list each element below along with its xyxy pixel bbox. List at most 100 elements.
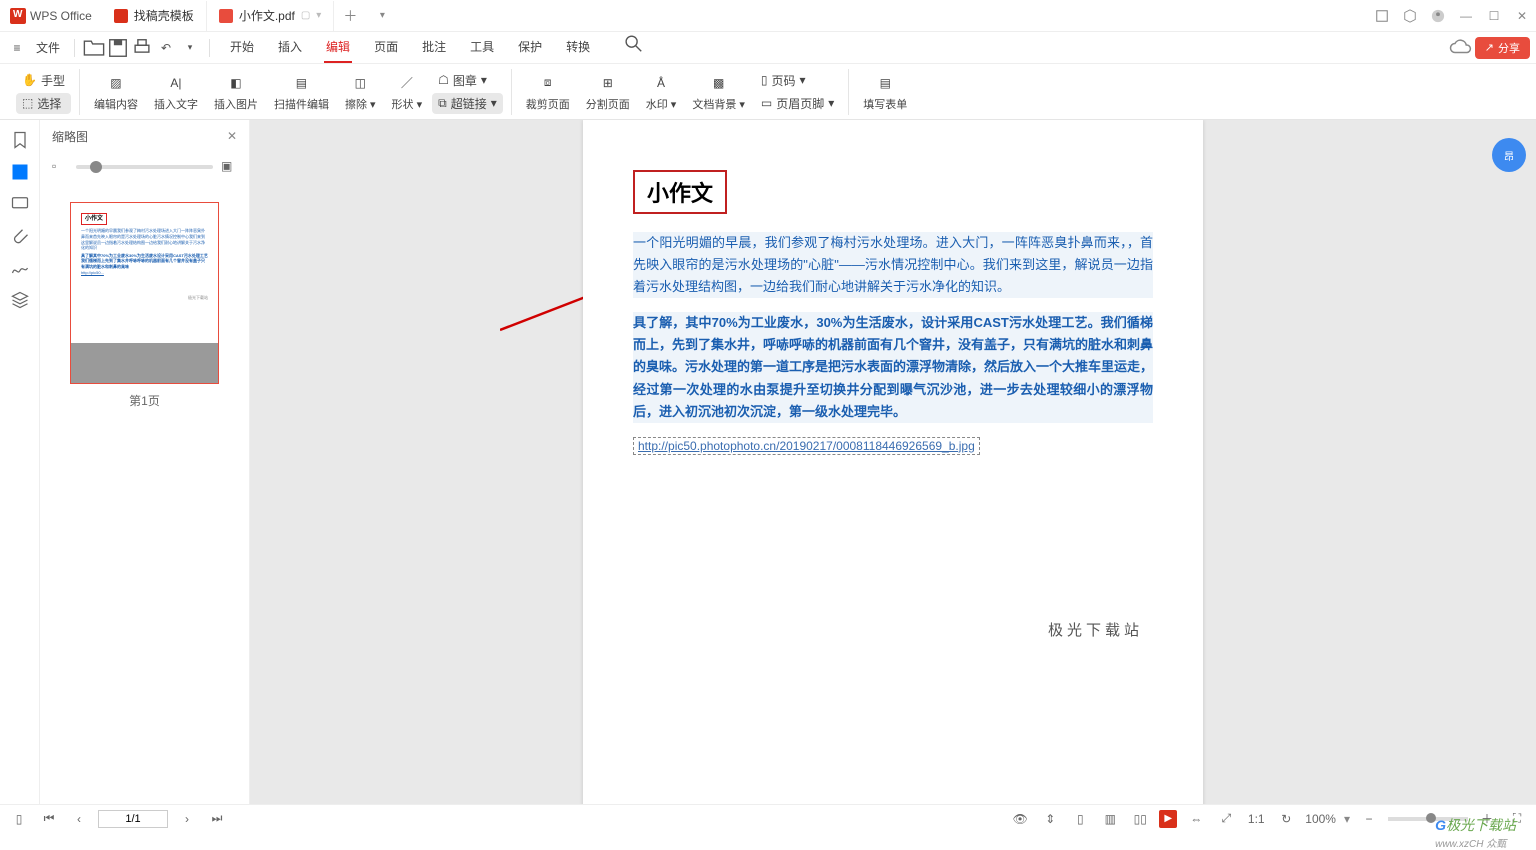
scan-edit-tool[interactable]: ▤扫描件编辑	[268, 68, 335, 116]
wps-logo-icon	[10, 8, 26, 24]
save-icon[interactable]	[107, 37, 129, 59]
sb-prev-page-icon[interactable]: ‹	[68, 808, 90, 830]
sb-last-page-icon[interactable]: ⏭	[206, 808, 228, 830]
menu-tab-annotate[interactable]: 批注	[420, 32, 448, 63]
menu-tab-tools[interactable]: 工具	[468, 32, 496, 63]
hand-tool[interactable]: ✋ 手型	[16, 70, 71, 91]
close-icon[interactable]: ✕	[1508, 2, 1536, 30]
doc-hyperlink[interactable]: http://pic50.photophoto.cn/20190217/0008…	[633, 437, 980, 455]
thumbnail-icon[interactable]	[10, 162, 30, 182]
crop-page-tool[interactable]: ⧈裁剪页面	[520, 68, 576, 116]
sb-panel-icon[interactable]: ▯	[8, 808, 30, 830]
sb-fit-width-icon[interactable]: ⇔	[1185, 808, 1207, 830]
sb-rotate-icon[interactable]: ↻	[1275, 808, 1297, 830]
cube-icon[interactable]	[1396, 2, 1424, 30]
insert-text-tool[interactable]: A|插入文字	[148, 68, 204, 116]
thumbnail-panel: 缩略图 ✕ ▫ ▣ 小作文 一个阳光明媚的早晨我们参观了梅村污水处理场进入大门一…	[40, 120, 250, 804]
fill-form-tool[interactable]: ▤填写表单	[857, 68, 913, 116]
tab-label: 找稿壳模板	[134, 7, 194, 24]
shape-tool[interactable]: ／形状 ▾	[386, 68, 429, 116]
status-bar: ▯ ⏮ ‹ › ⏭ 👁 ⇕ ▯ ▥ ▯▯ ▶ ⇔ ⤢ 1:1 ↻ 100% ▾ −…	[0, 804, 1536, 832]
comment-icon[interactable]	[10, 194, 30, 214]
menu-hamburger-icon[interactable]: ≡	[6, 37, 28, 59]
page-watermark: 极光下载站	[1048, 619, 1143, 640]
left-strip	[0, 120, 40, 804]
thumb-small-icon[interactable]: ▫	[52, 159, 68, 175]
hyperlink-tool[interactable]: ⧉ 超链接 ▾	[432, 93, 503, 114]
title-bar: WPS Office 找稿壳模板 小作文.pdf ▢ ▾ ＋ ▾ — ☐ ✕	[0, 0, 1536, 32]
menu-tab-start[interactable]: 开始	[228, 32, 256, 63]
bookmark-icon[interactable]	[10, 130, 30, 150]
select-tool[interactable]: ⬚ 选择	[16, 93, 71, 114]
sb-play-icon[interactable]: ▶	[1159, 810, 1177, 828]
thumb-large-icon[interactable]: ▣	[221, 159, 237, 175]
doc-icon	[114, 9, 128, 23]
menu-tab-edit[interactable]: 编辑	[324, 32, 352, 63]
search-icon[interactable]	[622, 32, 644, 54]
stamp-tool[interactable]: ☖ 图章 ▾	[432, 70, 503, 91]
pdf-icon	[219, 9, 233, 23]
attachment-icon[interactable]	[10, 226, 30, 246]
cloud-icon[interactable]	[1449, 36, 1473, 60]
thumbnail-page-label: 第1页	[70, 392, 219, 409]
sb-zoom-out-icon[interactable]: −	[1358, 808, 1380, 830]
menu-tab-protect[interactable]: 保护	[516, 32, 544, 63]
page-number-tool[interactable]: ▯ 页码 ▾	[755, 70, 840, 91]
redo-icon[interactable]: ▾	[179, 37, 201, 59]
assistant-button[interactable]: 昂	[1492, 138, 1526, 172]
sb-single-page-icon[interactable]: ▯	[1069, 808, 1091, 830]
main-area: 缩略图 ✕ ▫ ▣ 小作文 一个阳光明媚的早晨我们参观了梅村污水处理场进入大门一…	[0, 120, 1536, 804]
sb-page-input[interactable]	[98, 810, 168, 828]
erase-tool[interactable]: ◫擦除 ▾	[339, 68, 382, 116]
thumbnail-close-icon[interactable]: ✕	[227, 129, 237, 143]
doc-paragraph-1[interactable]: 一个阳光明媚的早晨，我们参观了梅村污水处理场。进入大门，一阵阵恶臭扑鼻而来，，首…	[633, 232, 1153, 298]
document-canvas[interactable]: ⓘ 正在试用会员专享链接功能 立即开通 ✕ 小作文 一个阳光明媚的早晨，我们参观…	[250, 120, 1536, 804]
sb-arrows-icon[interactable]: ⇕	[1039, 808, 1061, 830]
menu-tab-insert[interactable]: 插入	[276, 32, 304, 63]
signature-icon[interactable]	[10, 258, 30, 278]
menu-file[interactable]: 文件	[30, 39, 66, 56]
tab-floating-icon[interactable]: ▢	[301, 10, 310, 21]
sb-continuous-icon[interactable]: ▥	[1099, 808, 1121, 830]
watermark-tool[interactable]: Å水印 ▾	[640, 68, 683, 116]
minimize-icon[interactable]: —	[1452, 2, 1480, 30]
tab-active-doc[interactable]: 小作文.pdf ▢ ▾	[207, 1, 335, 31]
app-name: WPS Office	[30, 9, 92, 23]
tab-template[interactable]: 找稿壳模板	[102, 1, 207, 31]
layers-icon[interactable]	[10, 290, 30, 310]
user-avatar-icon[interactable]	[1424, 2, 1452, 30]
menu-tab-page[interactable]: 页面	[372, 32, 400, 63]
sb-eye-icon[interactable]: 👁	[1009, 808, 1031, 830]
header-footer-tool[interactable]: ▭ 页眉页脚 ▾	[755, 93, 840, 114]
app-brand: WPS Office	[0, 0, 102, 32]
tab-list-button[interactable]: ▾	[366, 0, 398, 32]
open-folder-icon[interactable]	[83, 37, 105, 59]
sb-zoom-value: 100%	[1305, 812, 1336, 826]
reader-mode-icon[interactable]	[1368, 2, 1396, 30]
sb-first-page-icon[interactable]: ⏮	[38, 808, 60, 830]
tab-label: 小作文.pdf	[239, 7, 295, 24]
thumb-zoom-slider[interactable]	[76, 165, 213, 169]
maximize-icon[interactable]: ☐	[1480, 2, 1508, 30]
thumbnail-page-1[interactable]: 小作文 一个阳光明媚的早晨我们参观了梅村污水处理场进入大门一阵阵恶臭扑鼻而来首先…	[70, 202, 219, 384]
edit-content-tool[interactable]: ▨编辑内容	[88, 68, 144, 116]
tab-add-button[interactable]: ＋	[334, 0, 366, 32]
split-page-tool[interactable]: ⊞分割页面	[580, 68, 636, 116]
doc-title[interactable]: 小作文	[633, 170, 727, 214]
doc-bg-tool[interactable]: ▩文档背景 ▾	[686, 68, 751, 116]
insert-image-tool[interactable]: ◧插入图片	[208, 68, 264, 116]
tab-dropdown-icon[interactable]: ▾	[316, 10, 321, 21]
page-1: 小作文 一个阳光明媚的早晨，我们参观了梅村污水处理场。进入大门，一阵阵恶臭扑鼻而…	[583, 120, 1203, 804]
sb-next-page-icon[interactable]: ›	[176, 808, 198, 830]
thumbnail-title: 缩略图	[52, 128, 88, 145]
sb-two-page-icon[interactable]: ▯▯	[1129, 808, 1151, 830]
share-button[interactable]: ↗ 分享	[1475, 37, 1530, 59]
sb-actual-size-icon[interactable]: 1:1	[1245, 808, 1267, 830]
undo-icon[interactable]: ↶	[155, 37, 177, 59]
ribbon: ✋ 手型 ⬚ 选择 ▨编辑内容 A|插入文字 ◧插入图片 ▤扫描件编辑 ◫擦除 …	[0, 64, 1536, 120]
menu-tab-convert[interactable]: 转换	[564, 32, 592, 63]
sb-zoom-dropdown-icon[interactable]: ▾	[1344, 812, 1350, 826]
print-icon[interactable]	[131, 37, 153, 59]
doc-paragraph-2[interactable]: 具了解，其中70%为工业废水，30%为生活废水，设计采用CAST污水处理工艺。我…	[633, 312, 1153, 422]
sb-fit-page-icon[interactable]: ⤢	[1215, 808, 1237, 830]
